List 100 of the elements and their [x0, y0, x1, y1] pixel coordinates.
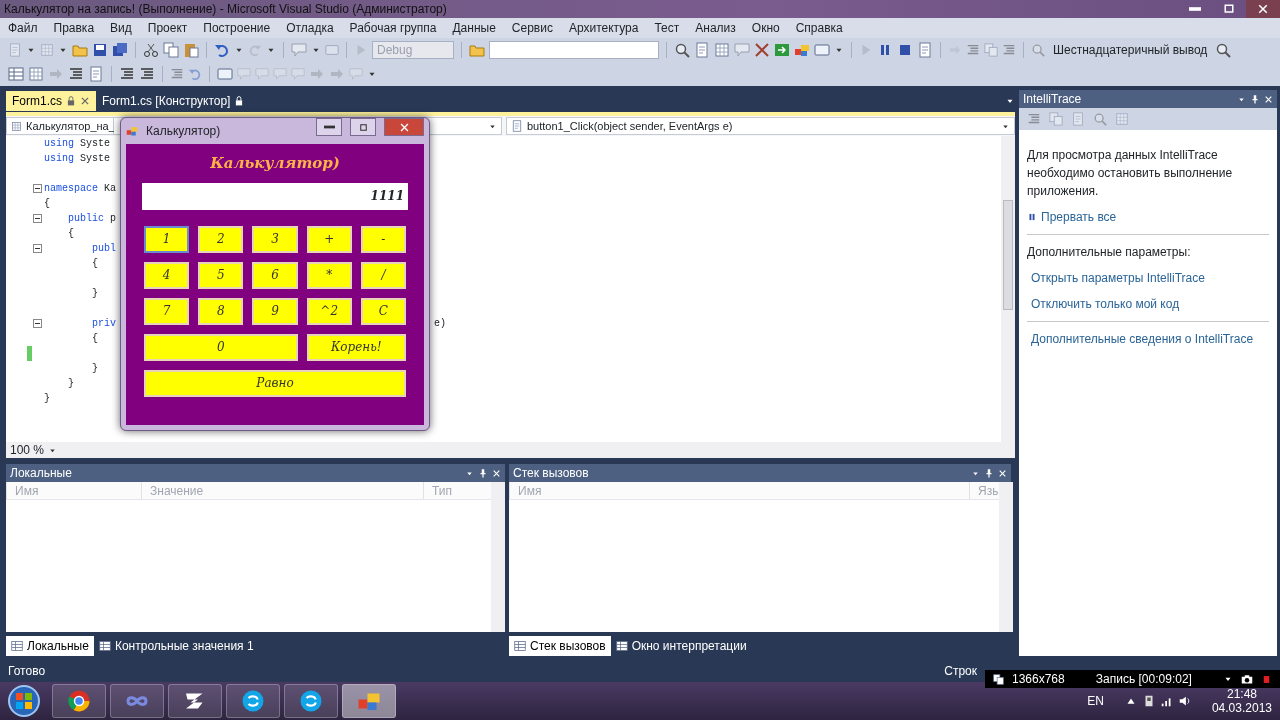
calculator-button[interactable]: 4 [144, 261, 190, 289]
calculator-button[interactable]: 6 [252, 261, 298, 289]
vertical-scrollbar[interactable] [999, 482, 1013, 632]
taskbar-button[interactable] [52, 684, 106, 718]
menu-item[interactable]: Сервис [511, 19, 553, 37]
doc-icon[interactable] [88, 66, 104, 82]
calculator-button[interactable]: 0 [144, 333, 298, 361]
calculator-button[interactable]: / [360, 261, 406, 289]
indent-icon[interactable] [68, 66, 84, 82]
pause-icon[interactable] [1027, 212, 1037, 222]
option-link[interactable]: Открыть параметры IntelliTrace [1031, 269, 1269, 287]
menu-item[interactable]: Анализ [695, 19, 736, 37]
minimize-button[interactable] [316, 118, 342, 136]
doc-icon[interactable] [917, 42, 933, 58]
camera-icon[interactable] [1241, 673, 1253, 685]
search-icon[interactable] [1215, 42, 1232, 58]
indent-icon[interactable] [119, 66, 135, 82]
menu-item[interactable]: Вид [110, 19, 132, 37]
window-icon[interactable] [217, 66, 233, 82]
table-icon[interactable] [8, 66, 24, 82]
panel-tab[interactable]: Контрольные значения 1 [93, 636, 259, 656]
indent-icon[interactable] [170, 67, 184, 81]
more-info-link[interactable]: Дополнительные сведения о IntelliTrace [1031, 330, 1269, 348]
type-dropdown[interactable]: Калькулятор_на_ [6, 117, 114, 135]
calculator-button[interactable]: 7 [144, 297, 190, 325]
tiles-icon[interactable] [794, 42, 810, 58]
calculator-button[interactable]: 8 [198, 297, 244, 325]
calculator-button[interactable]: Равно [144, 369, 406, 397]
calculator-button[interactable]: ^2 [306, 297, 352, 325]
taskbar-button[interactable] [226, 684, 280, 718]
collapse-icon[interactable] [33, 319, 42, 328]
clipboard-icon[interactable] [183, 42, 199, 58]
calculator-button[interactable]: + [306, 225, 352, 253]
collapse-icon[interactable] [33, 244, 42, 253]
menu-item[interactable]: Файл [8, 19, 38, 37]
panel-tab[interactable]: Стек вызовов [509, 636, 611, 656]
indent-icon[interactable] [1002, 43, 1016, 57]
calculator-button[interactable]: 9 [252, 297, 298, 325]
stop-icon[interactable] [897, 42, 913, 58]
collapse-icon[interactable] [33, 184, 42, 193]
code-line: } [67, 377, 74, 391]
close-button[interactable] [1246, 0, 1280, 18]
calculator-button[interactable]: * [306, 261, 352, 289]
indent-icon[interactable] [966, 43, 980, 57]
panel-tab[interactable]: Окно интерпретации [610, 636, 752, 656]
calculator-button[interactable]: Корень! [306, 333, 406, 361]
close-icon[interactable] [80, 96, 90, 106]
vertical-scrollbar[interactable] [1001, 136, 1015, 442]
enter-icon[interactable] [774, 42, 790, 58]
calculator-button[interactable]: 3 [252, 225, 298, 253]
pin-icon[interactable] [1250, 94, 1260, 104]
indent-icon[interactable] [139, 66, 155, 82]
language-indicator[interactable]: EN [1087, 692, 1104, 710]
member-dropdown[interactable]: button1_Click(object sender, EventArgs e) [506, 117, 1015, 135]
calculator-button[interactable]: 5 [198, 261, 244, 289]
menu-item[interactable]: Построение [203, 19, 271, 37]
undo-icon[interactable] [214, 42, 230, 58]
menu-item[interactable]: Отладка [286, 19, 334, 37]
clock-date[interactable]: 04.03.2013 [1211, 701, 1272, 715]
copy-icon[interactable] [163, 42, 179, 58]
menu-item[interactable]: Архитектура [568, 19, 639, 37]
calculator-button[interactable]: 1 [144, 225, 190, 253]
taskbar-button[interactable] [168, 684, 222, 718]
speaker-icon[interactable] [1177, 694, 1192, 708]
collapse-icon[interactable] [33, 214, 42, 223]
editor-tab[interactable]: Form1.cs [6, 91, 96, 111]
indent-icon[interactable] [1027, 112, 1041, 126]
option-link[interactable]: Отключить только мой код [1031, 295, 1269, 313]
menu-item[interactable]: Правка [53, 19, 95, 37]
grid-icon[interactable] [714, 42, 730, 58]
menu-item[interactable]: Данные [452, 19, 496, 37]
start-button[interactable] [8, 685, 40, 717]
maximize-button[interactable] [350, 118, 376, 136]
stop-icon[interactable] [1261, 673, 1272, 685]
menu-item[interactable]: Рабочая группа [349, 19, 437, 37]
calculator-button[interactable]: C [360, 297, 406, 325]
hex-output-toggle[interactable]: Шестнадцатеричный вывод [1053, 41, 1208, 59]
scissors-icon[interactable] [143, 42, 159, 58]
search-icon[interactable] [674, 42, 690, 58]
code-line: public p [67, 212, 117, 226]
menu-item[interactable]: Окно [751, 19, 780, 37]
menu-item[interactable]: Справка [795, 19, 843, 37]
taskbar-button[interactable] [284, 684, 338, 718]
pin-icon[interactable] [984, 468, 994, 478]
break-all-link[interactable]: Прервать все [1041, 208, 1117, 226]
zoom-dropdown[interactable]: 100 % [6, 441, 62, 459]
calculator-button[interactable]: 2 [198, 225, 244, 253]
display-field[interactable]: 1111 [142, 182, 408, 210]
vertical-scrollbar[interactable] [491, 482, 505, 632]
pin-icon[interactable] [478, 468, 488, 478]
calculator-button[interactable]: - [360, 225, 406, 253]
menu-item[interactable]: Проект [147, 19, 188, 37]
grid-icon[interactable] [28, 66, 44, 82]
close-button[interactable] [384, 118, 424, 136]
save-all-icon[interactable] [112, 42, 128, 58]
panel-tab[interactable]: Локальные [6, 636, 94, 656]
menu-item[interactable]: Тест [654, 19, 680, 37]
editor-tab[interactable]: Form1.cs [Конструктор] [96, 91, 251, 111]
clock-time[interactable]: 21:48 [1226, 687, 1257, 701]
save-icon[interactable] [92, 42, 108, 58]
